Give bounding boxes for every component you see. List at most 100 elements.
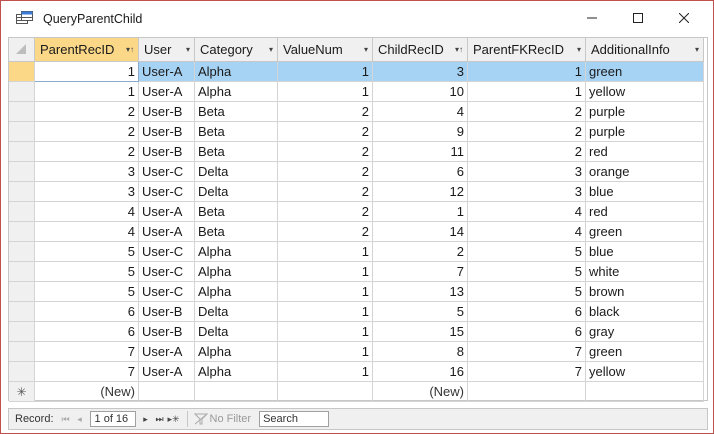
record-position-input[interactable]: 1 of 16 bbox=[89, 411, 136, 427]
new-cell-user[interactable] bbox=[138, 381, 195, 402]
cell-category[interactable]: Delta bbox=[194, 301, 278, 322]
cell-parentfkrecid[interactable]: 6 bbox=[467, 301, 586, 322]
column-header-1[interactable]: User ▾ bbox=[138, 38, 195, 62]
table-row[interactable]: 7 User-A Alpha 1 16 7 yellow bbox=[9, 361, 704, 382]
cell-category[interactable]: Alpha bbox=[194, 281, 278, 302]
filter-indicator[interactable]: No Filter bbox=[193, 413, 251, 425]
minimize-button[interactable] bbox=[569, 1, 615, 37]
cell-category[interactable]: Beta bbox=[194, 201, 278, 222]
cell-additionalinfo[interactable]: green bbox=[585, 221, 704, 242]
cell-additionalinfo[interactable]: blue bbox=[585, 241, 704, 262]
select-all-corner[interactable] bbox=[9, 38, 35, 62]
dropdown-arrow-icon[interactable]: ▾ bbox=[364, 45, 368, 54]
table-row[interactable]: 1 User-A Alpha 1 3 1 green bbox=[9, 61, 704, 82]
cell-additionalinfo[interactable]: blue bbox=[585, 181, 704, 202]
table-row[interactable]: 3 User-C Delta 2 12 3 blue bbox=[9, 181, 704, 202]
cell-parentrecid[interactable]: 3 bbox=[34, 161, 139, 182]
cell-category[interactable]: Delta bbox=[194, 161, 278, 182]
cell-parentfkrecid[interactable]: 6 bbox=[467, 321, 586, 342]
cell-parentfkrecid[interactable]: 5 bbox=[467, 261, 586, 282]
cell-category[interactable]: Delta bbox=[194, 321, 278, 342]
cell-user[interactable]: User-A bbox=[138, 341, 195, 362]
cell-valuenum[interactable]: 2 bbox=[277, 201, 373, 222]
cell-valuenum[interactable]: 1 bbox=[277, 361, 373, 382]
next-record-icon[interactable]: ▸ bbox=[139, 414, 153, 425]
cell-category[interactable]: Alpha bbox=[194, 261, 278, 282]
title-bar[interactable]: QueryParentChild bbox=[1, 1, 713, 37]
cell-parentfkrecid[interactable]: 3 bbox=[467, 181, 586, 202]
new-record-selector[interactable]: ✳ bbox=[9, 381, 35, 402]
table-row[interactable]: 5 User-C Alpha 1 7 5 white bbox=[9, 261, 704, 282]
cell-parentrecid[interactable]: 6 bbox=[34, 301, 139, 322]
cell-valuenum[interactable]: 2 bbox=[277, 121, 373, 142]
cell-user[interactable]: User-C bbox=[138, 281, 195, 302]
cell-user[interactable]: User-B bbox=[138, 141, 195, 162]
cell-childrecid[interactable]: 12 bbox=[372, 181, 468, 202]
cell-additionalinfo[interactable]: green bbox=[585, 61, 704, 82]
table-row[interactable]: 5 User-C Alpha 1 2 5 blue bbox=[9, 241, 704, 262]
cell-additionalinfo[interactable]: green bbox=[585, 341, 704, 362]
cell-childrecid[interactable]: 10 bbox=[372, 81, 468, 102]
record-selector[interactable] bbox=[9, 61, 35, 82]
table-row[interactable]: 2 User-B Beta 2 4 2 purple bbox=[9, 101, 704, 122]
record-selector[interactable] bbox=[9, 301, 35, 322]
cell-additionalinfo[interactable]: yellow bbox=[585, 361, 704, 382]
cell-valuenum[interactable]: 1 bbox=[277, 341, 373, 362]
cell-category[interactable]: Alpha bbox=[194, 341, 278, 362]
cell-parentrecid[interactable]: 6 bbox=[34, 321, 139, 342]
column-header-2[interactable]: Category ▾ bbox=[194, 38, 278, 62]
record-selector[interactable] bbox=[9, 221, 35, 242]
cell-parentfkrecid[interactable]: 3 bbox=[467, 161, 586, 182]
dropdown-arrow-icon[interactable]: ▾ bbox=[577, 45, 581, 54]
cell-user[interactable]: User-A bbox=[138, 221, 195, 242]
cell-user[interactable]: User-A bbox=[138, 61, 195, 82]
cell-parentrecid[interactable]: 4 bbox=[34, 201, 139, 222]
record-selector[interactable] bbox=[9, 141, 35, 162]
cell-parentrecid[interactable]: 2 bbox=[34, 101, 139, 122]
record-selector[interactable] bbox=[9, 241, 35, 262]
cell-user[interactable]: User-C bbox=[138, 241, 195, 262]
last-record-icon[interactable]: ⏭ bbox=[153, 414, 167, 425]
table-row[interactable]: 2 User-B Beta 2 11 2 red bbox=[9, 141, 704, 162]
cell-parentfkrecid[interactable]: 2 bbox=[467, 141, 586, 162]
cell-user[interactable]: User-C bbox=[138, 181, 195, 202]
cell-parentrecid[interactable]: 2 bbox=[34, 121, 139, 142]
cell-category[interactable]: Beta bbox=[194, 121, 278, 142]
table-row[interactable]: 6 User-B Delta 1 15 6 gray bbox=[9, 321, 704, 342]
cell-parentrecid[interactable]: 2 bbox=[34, 141, 139, 162]
cell-additionalinfo[interactable]: red bbox=[585, 141, 704, 162]
cell-valuenum[interactable]: 1 bbox=[277, 241, 373, 262]
cell-parentrecid[interactable]: 5 bbox=[34, 261, 139, 282]
cell-user[interactable]: User-A bbox=[138, 81, 195, 102]
cell-valuenum[interactable]: 1 bbox=[277, 261, 373, 282]
new-cell-valuenum[interactable] bbox=[277, 381, 373, 402]
cell-category[interactable]: Alpha bbox=[194, 241, 278, 262]
cell-valuenum[interactable]: 2 bbox=[277, 161, 373, 182]
table-row[interactable]: 3 User-C Delta 2 6 3 orange bbox=[9, 161, 704, 182]
datasheet-grid[interactable]: ParentRecID ▾↑ User ▾ Category ▾ ValueNum ▾ Chil… bbox=[8, 37, 708, 402]
cell-additionalinfo[interactable]: white bbox=[585, 261, 704, 282]
maximize-button[interactable] bbox=[615, 1, 661, 37]
cell-parentfkrecid[interactable]: 1 bbox=[467, 81, 586, 102]
cell-user[interactable]: User-A bbox=[138, 201, 195, 222]
table-row[interactable]: 4 User-A Beta 2 14 4 green bbox=[9, 221, 704, 242]
new-record-icon[interactable]: ▸✳ bbox=[167, 414, 181, 425]
record-selector[interactable] bbox=[9, 161, 35, 182]
record-selector[interactable] bbox=[9, 341, 35, 362]
cell-childrecid[interactable]: 7 bbox=[372, 261, 468, 282]
column-header-0[interactable]: ParentRecID ▾↑ bbox=[34, 38, 139, 62]
cell-childrecid[interactable]: 3 bbox=[372, 61, 468, 82]
cell-parentrecid[interactable]: 3 bbox=[34, 181, 139, 202]
cell-category[interactable]: Alpha bbox=[194, 61, 278, 82]
cell-childrecid[interactable]: 1 bbox=[372, 201, 468, 222]
cell-additionalinfo[interactable]: purple bbox=[585, 121, 704, 142]
cell-parentrecid[interactable]: 7 bbox=[34, 341, 139, 362]
column-header-6[interactable]: AdditionalInfo ▾ bbox=[585, 38, 704, 62]
cell-parentfkrecid[interactable]: 4 bbox=[467, 201, 586, 222]
record-selector[interactable] bbox=[9, 121, 35, 142]
cell-category[interactable]: Delta bbox=[194, 181, 278, 202]
cell-user[interactable]: User-B bbox=[138, 301, 195, 322]
cell-user[interactable]: User-B bbox=[138, 321, 195, 342]
previous-record-icon[interactable]: ◂ bbox=[73, 414, 87, 425]
new-cell-category[interactable] bbox=[194, 381, 278, 402]
